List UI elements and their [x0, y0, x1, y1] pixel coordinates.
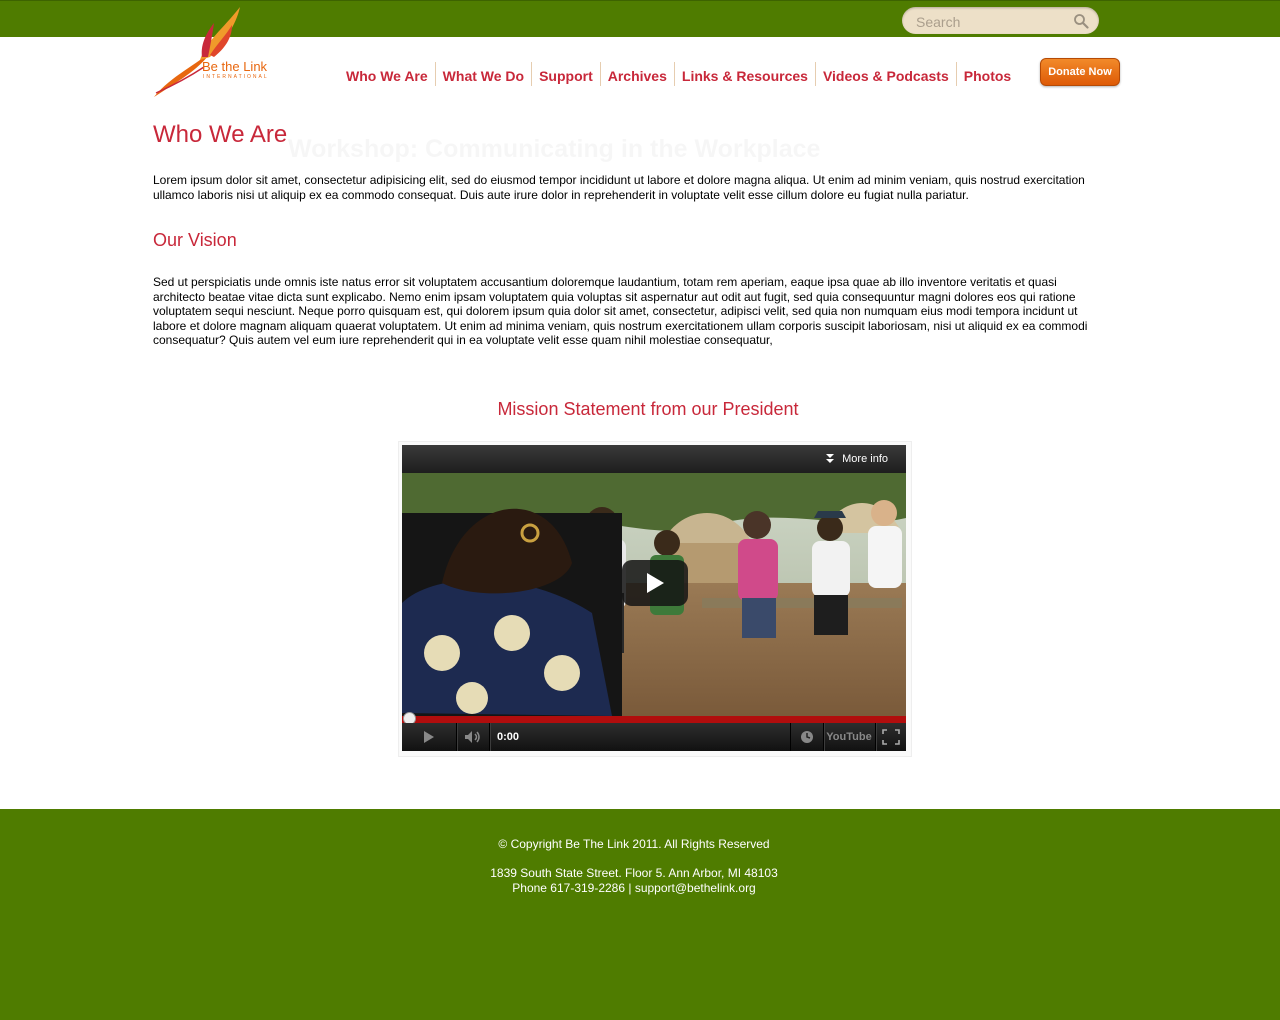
- footer-address: 1839 South State Street. Floor 5. Ann Ar…: [490, 866, 778, 880]
- search-icon[interactable]: [1073, 13, 1089, 29]
- donate-button[interactable]: Donate Now: [1040, 58, 1120, 86]
- footer: © Copyright Be The Link 2011. All Rights…: [0, 809, 1280, 1020]
- fullscreen-control[interactable]: [876, 723, 906, 751]
- footer-contact: Phone 617-319-2286 | support@bethelink.o…: [512, 881, 756, 895]
- clock-icon: [801, 731, 813, 743]
- video-controls: 0:00 YouTube: [402, 723, 906, 751]
- play-icon: [424, 731, 434, 743]
- ghost-heading: Workshop: Communicating in the Workplace: [288, 135, 820, 164]
- flame-logo-icon: [154, 7, 240, 97]
- play-button[interactable]: [622, 560, 688, 606]
- main-nav: Who We Are What We Do Support Archives L…: [339, 60, 1018, 88]
- logo-text: Be the Link: [202, 59, 268, 74]
- nav-item-archives[interactable]: Archives: [599, 62, 674, 86]
- chevron-down-icon[interactable]: [824, 453, 836, 465]
- nav-item-label: Photos: [963, 68, 1012, 84]
- youtube-logo[interactable]: YouTube: [823, 723, 876, 751]
- fullscreen-icon: [882, 729, 900, 745]
- footer-copyright: © Copyright Be The Link 2011. All Rights…: [498, 837, 770, 851]
- nav-item-label: Videos & Podcasts: [822, 68, 949, 84]
- video-player[interactable]: More info 0:00 YouTube: [402, 445, 906, 751]
- nav-item-label: Links & Resources: [681, 68, 808, 84]
- nav-item-label: Archives: [607, 68, 667, 84]
- play-icon: [647, 573, 664, 593]
- video-title-bar: More info: [402, 445, 906, 473]
- nav-item-label: Who We Are: [346, 68, 428, 84]
- nav-item-what-we-do[interactable]: What We Do: [434, 62, 531, 86]
- play-control[interactable]: [402, 723, 457, 751]
- nav-item-label: Support: [539, 68, 593, 84]
- site-logo[interactable]: Be the Link INTERNATIONAL: [152, 5, 282, 100]
- mission-heading: Mission Statement from our President: [497, 399, 799, 419]
- nav-item-photos[interactable]: Photos: [955, 62, 1018, 86]
- volume-icon: [465, 731, 480, 743]
- page-title: Who We Are: [153, 121, 288, 148]
- volume-control[interactable]: [457, 723, 490, 751]
- search-input[interactable]: [914, 11, 1068, 32]
- progress-bar[interactable]: [402, 716, 906, 723]
- vision-paragraph: Sed ut perspiciatis unde omnis iste natu…: [153, 275, 1088, 347]
- intro-paragraph: Lorem ipsum dolor sit amet, consectetur …: [153, 173, 1085, 202]
- more-info-button[interactable]: More info: [842, 453, 888, 465]
- search-box[interactable]: [902, 7, 1099, 34]
- logo-subtext: INTERNATIONAL: [203, 74, 269, 80]
- vision-heading: Our Vision: [153, 230, 237, 250]
- nav-item-who-we-are[interactable]: Who We Are: [339, 62, 435, 86]
- nav-item-label: What We Do: [442, 68, 525, 84]
- youtube-label: YouTube: [826, 731, 872, 743]
- nav-item-support[interactable]: Support: [531, 62, 600, 86]
- time-display: 0:00: [497, 731, 520, 743]
- nav-item-videos-podcasts[interactable]: Videos & Podcasts: [814, 62, 956, 86]
- watch-later-control[interactable]: [790, 723, 824, 751]
- nav-item-links-resources[interactable]: Links & Resources: [673, 62, 815, 86]
